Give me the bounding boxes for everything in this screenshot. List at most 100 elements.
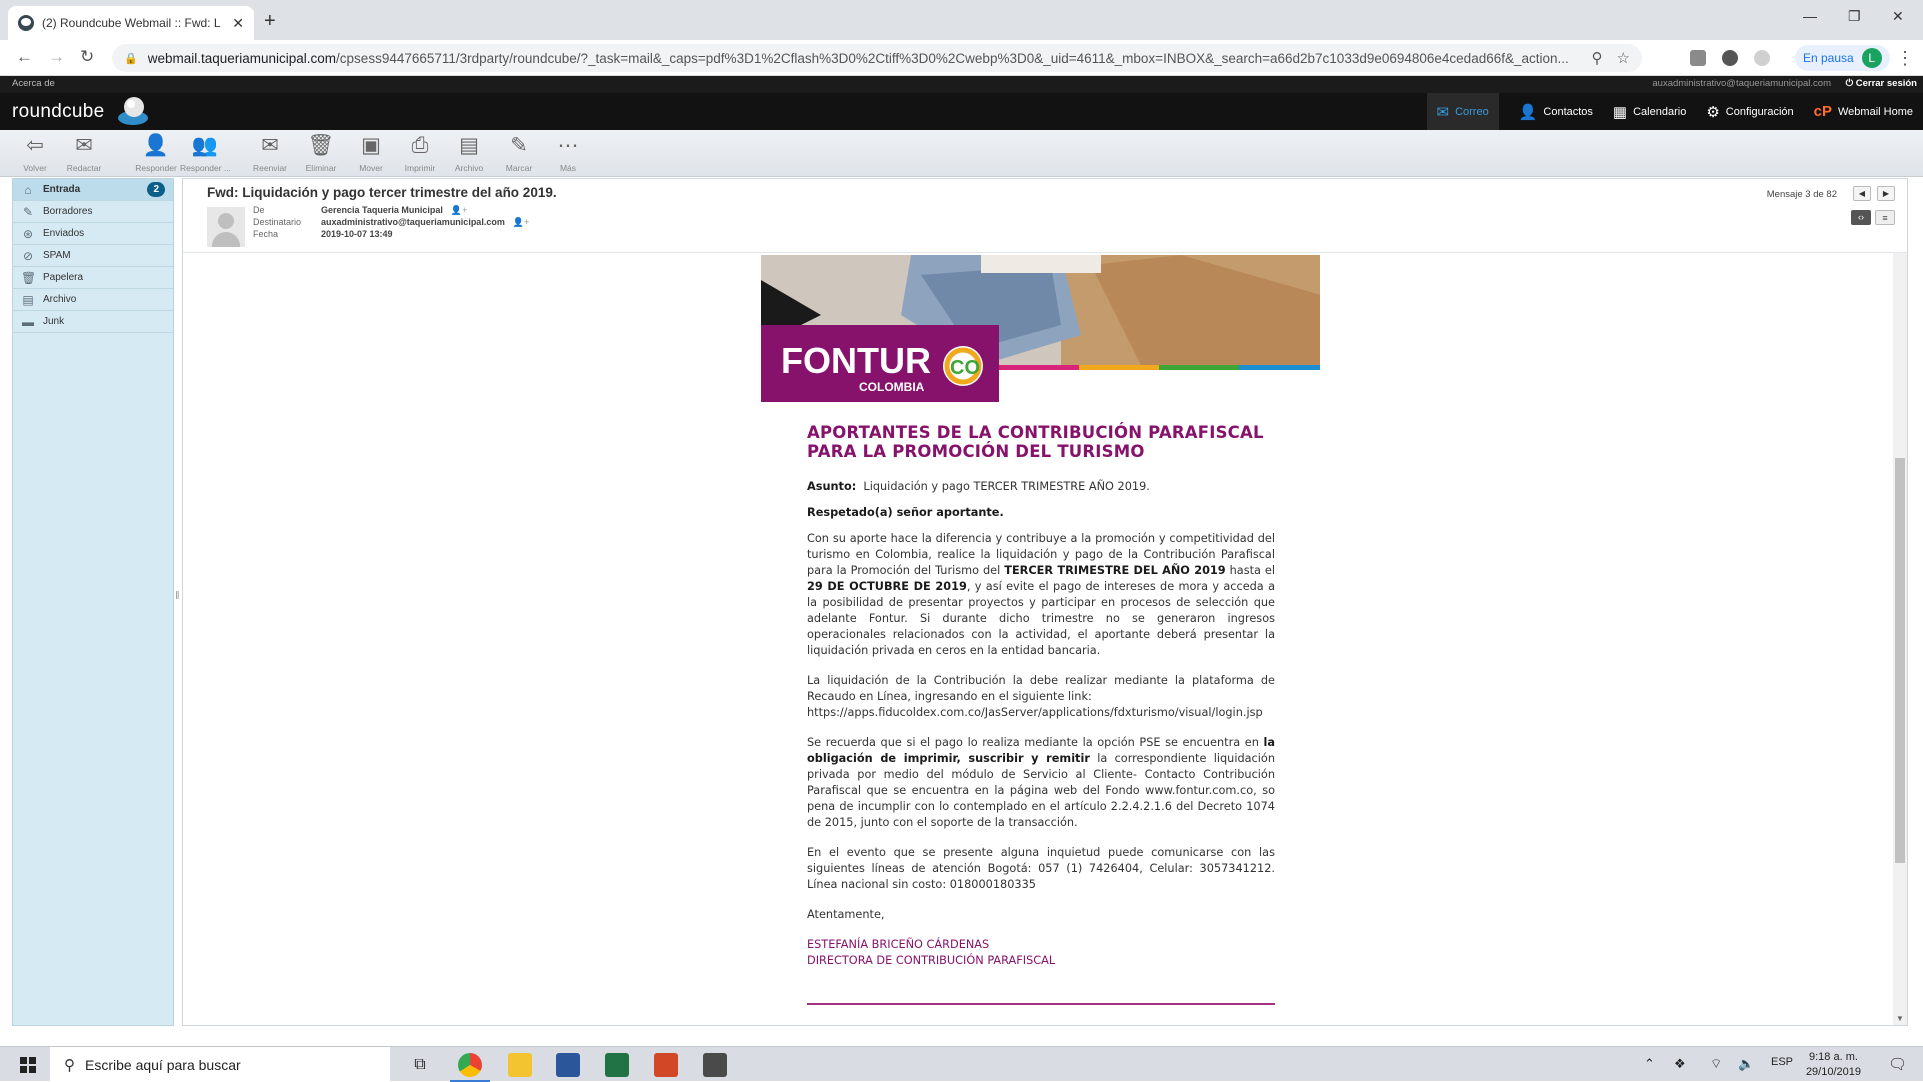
signature: ESTEFANÍA BRICEÑO CÁRDENAS DIRECTORA DE C… bbox=[807, 937, 1275, 969]
task-view-icon[interactable]: ⧉ bbox=[408, 1053, 432, 1077]
word-icon[interactable] bbox=[556, 1053, 580, 1077]
footer-divider bbox=[807, 1003, 1275, 1005]
folder-trash[interactable]: 🗑 Papelera bbox=[13, 267, 173, 289]
from-value[interactable]: Gerencia Taqueria Municipal 👤+ bbox=[321, 205, 467, 216]
roundcube-favicon-icon bbox=[18, 15, 34, 31]
calculator-icon[interactable] bbox=[703, 1053, 727, 1077]
top-navigation: ✉ Correo 👤 Contactos ▦ Calendario ⚙ Configur… bbox=[1407, 93, 1913, 130]
to-address: auxadministrativo@taqueriamunicipal.com bbox=[321, 217, 505, 227]
nav-webmail-home[interactable]: cP Webmail Home bbox=[1814, 103, 1913, 120]
back-arrow-icon[interactable]: ← bbox=[16, 47, 33, 67]
pdf-extension-icon[interactable] bbox=[1690, 50, 1706, 66]
chrome-icon[interactable] bbox=[450, 1053, 490, 1082]
delete-button[interactable]: 🗑 Eliminar bbox=[296, 134, 346, 173]
browser-tab[interactable]: (2) Roundcube Webmail :: Fwd: L ✕ bbox=[8, 6, 254, 40]
nav-calendar[interactable]: ▦ Calendario bbox=[1613, 103, 1686, 121]
recaudo-link[interactable]: https://apps.fiducoldex.com.co/JasServer… bbox=[807, 706, 1263, 719]
p3-text-a: Se recuerda que si el pago lo realiza me… bbox=[807, 736, 1264, 749]
mark-button[interactable]: ✎ Marcar bbox=[494, 134, 544, 173]
to-value[interactable]: auxadministrativo@taqueriamunicipal.com 👤… bbox=[321, 217, 529, 228]
signature-name: ESTEFANÍA BRICEÑO CÁRDENAS bbox=[807, 938, 990, 951]
logout-link[interactable]: ⏻ Cerrar sesión bbox=[1846, 78, 1917, 89]
header-date-row: Fecha 2019-10-07 13:49 bbox=[253, 229, 393, 239]
volume-icon[interactable]: 🔈 bbox=[1738, 1056, 1754, 1072]
extension-icon[interactable] bbox=[1754, 50, 1770, 66]
windows-start-icon[interactable] bbox=[20, 1057, 36, 1073]
roundcube-logo[interactable]: roundcube bbox=[12, 101, 105, 123]
colombia-co-logo: CO bbox=[950, 357, 980, 379]
archive-button[interactable]: ▤ Archivo bbox=[444, 134, 494, 173]
reload-icon[interactable]: ↻ bbox=[80, 47, 94, 67]
compose-icon: ✉ bbox=[75, 134, 93, 157]
reply-button[interactable]: 👤 Responder bbox=[131, 134, 181, 173]
p1-bold-b: TERCER TRIMESTRE DEL AÑO 2019 bbox=[1004, 564, 1226, 577]
file-explorer-icon[interactable] bbox=[508, 1053, 532, 1077]
extension-icon[interactable] bbox=[1722, 50, 1738, 66]
html-view-toggle[interactable]: ‹› bbox=[1851, 210, 1871, 225]
bookmark-star-icon[interactable]: ☆ bbox=[1617, 49, 1630, 67]
dropbox-icon[interactable]: ❖ bbox=[1674, 1056, 1686, 1072]
folder-archive[interactable]: ▤ Archivo bbox=[13, 289, 173, 311]
folder-junk[interactable]: ▬ Junk bbox=[13, 311, 173, 333]
forward-button[interactable]: ✉ Reenviar bbox=[245, 134, 295, 173]
folder-sent[interactable]: ⊛ Enviados bbox=[13, 223, 173, 245]
address-bar[interactable]: 🔒 webmail.taqueriamunicipal.com/cpsess94… bbox=[112, 44, 1642, 72]
paragraph-4: En el evento que se presente alguna inqu… bbox=[807, 846, 1275, 891]
from-label: De bbox=[253, 205, 265, 215]
move-button[interactable]: ▣ Mover bbox=[346, 134, 396, 173]
nav-contacts[interactable]: 👤 Contactos bbox=[1519, 103, 1593, 121]
about-link[interactable]: Acerca de bbox=[12, 78, 55, 89]
compose-label: Redactar bbox=[66, 163, 102, 173]
forward-arrow-icon[interactable]: → bbox=[48, 47, 65, 67]
fontur-banner: FONTUR COLOMBIA CO bbox=[761, 255, 1320, 402]
folder-drafts[interactable]: ✎ Borradores bbox=[13, 201, 173, 223]
mark-label: Marcar bbox=[505, 163, 533, 173]
powerpoint-icon[interactable] bbox=[654, 1053, 678, 1077]
show-hidden-icons-icon[interactable]: ⌃ bbox=[1644, 1056, 1655, 1072]
add-contact-icon[interactable]: 👤+ bbox=[513, 217, 529, 227]
nav-webmail-home-label: Webmail Home bbox=[1838, 105, 1913, 118]
folder-list: ⌂ Entrada 2 ✎ Borradores ⊛ Enviados ⊘ SPAM … bbox=[12, 178, 174, 1026]
paragraph-2: La liquidación de la Contribución la deb… bbox=[807, 673, 1275, 721]
compose-button[interactable]: ✉ Redactar bbox=[59, 134, 109, 173]
close-window-icon[interactable]: ✕ bbox=[1892, 8, 1904, 25]
taskbar-search[interactable]: ⚲ Escribe aquí para buscar bbox=[50, 1047, 390, 1082]
plain-view-toggle[interactable]: ≡ bbox=[1875, 210, 1895, 225]
scrollbar-thumb[interactable] bbox=[1895, 458, 1905, 863]
notification-center-icon[interactable]: 🗨 bbox=[1888, 1055, 1907, 1073]
folder-spam[interactable]: ⊘ SPAM bbox=[13, 245, 173, 267]
zoom-icon[interactable]: ⚲ bbox=[1592, 49, 1603, 67]
unread-count-badge: 2 bbox=[147, 182, 165, 197]
taskbar-clock[interactable]: 9:18 a. m. 29/10/2019 bbox=[1806, 1050, 1861, 1080]
previous-message-button[interactable]: ◀ bbox=[1853, 186, 1871, 201]
next-message-button[interactable]: ▶ bbox=[1877, 186, 1895, 201]
close-tab-icon[interactable]: ✕ bbox=[232, 15, 244, 32]
folder-inbox[interactable]: ⌂ Entrada 2 bbox=[13, 179, 173, 201]
closing: Atentamente, bbox=[807, 908, 885, 921]
scroll-down-icon[interactable]: ▼ bbox=[1893, 1014, 1907, 1023]
wifi-icon[interactable]: ⌔ bbox=[1710, 1056, 1722, 1072]
pencil-icon: ✎ bbox=[22, 204, 34, 219]
nav-mail[interactable]: ✉ Correo bbox=[1426, 93, 1499, 130]
url-text[interactable]: webmail.taqueriamunicipal.com/cpsess9447… bbox=[148, 51, 1578, 66]
vertical-scrollbar[interactable]: ▼ bbox=[1893, 253, 1907, 1025]
profile-button[interactable]: En pausa L bbox=[1795, 45, 1890, 71]
menu-kebab-icon[interactable]: ⋮ bbox=[1896, 48, 1914, 69]
minimize-icon[interactable]: — bbox=[1803, 8, 1817, 24]
tab-title: (2) Roundcube Webmail :: Fwd: L bbox=[42, 16, 221, 30]
excel-icon[interactable] bbox=[605, 1053, 629, 1077]
header-from-row: De Gerencia Taqueria Municipal 👤+ bbox=[253, 205, 467, 216]
language-indicator[interactable]: ESP bbox=[1771, 1056, 1793, 1068]
back-button[interactable]: ⇦ Volver bbox=[10, 134, 60, 173]
add-contact-icon[interactable]: 👤+ bbox=[451, 205, 467, 215]
forward-label: Reenviar bbox=[252, 163, 288, 173]
nav-settings[interactable]: ⚙ Configuración bbox=[1706, 103, 1793, 121]
new-tab-icon[interactable]: + bbox=[264, 10, 276, 33]
logout-label: Cerrar sesión bbox=[1855, 78, 1917, 89]
more-button[interactable]: ⋯ Más bbox=[543, 134, 593, 173]
reply-all-button[interactable]: 👥 Responder ... bbox=[180, 134, 231, 173]
print-button[interactable]: ⎙ Imprimir bbox=[395, 134, 445, 173]
pane-splitter[interactable]: ‖ bbox=[175, 590, 180, 606]
restore-icon[interactable]: ❐ bbox=[1848, 8, 1861, 25]
heading-line-1: APORTANTES DE LA CONTRIBUCIÓN PARAFISCAL bbox=[807, 423, 1264, 442]
